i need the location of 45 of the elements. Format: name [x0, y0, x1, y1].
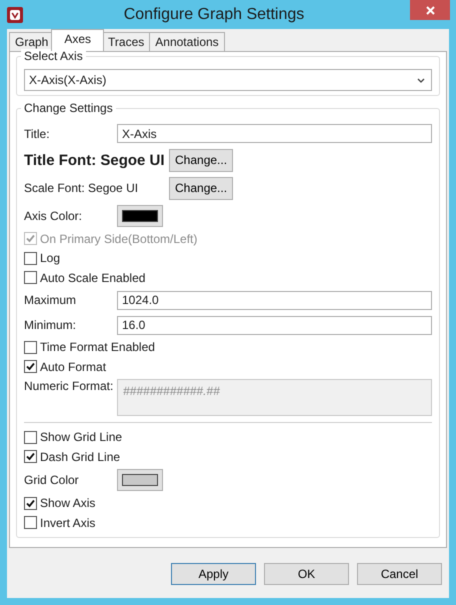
checkbox-label: Show Grid Line [40, 430, 122, 444]
checkbox-label: Dash Grid Line [40, 450, 120, 464]
checkbox-label: Auto Scale Enabled [40, 270, 146, 285]
checkbox[interactable] [24, 450, 37, 464]
axis-dropdown[interactable]: X-Axis(X-Axis) [24, 69, 432, 91]
app-icon [7, 6, 23, 22]
checkbox[interactable] [24, 271, 37, 284]
checkbox-label: Log [40, 251, 60, 266]
color-picker-button[interactable] [117, 204, 163, 226]
checkbox-label: Invert Axis [40, 516, 96, 530]
font-label: Scale Font: Segoe UI [24, 181, 140, 195]
field-label: Maximum [24, 293, 78, 307]
window-title: Configure Graph Settings [124, 6, 304, 24]
checkbox[interactable] [24, 430, 37, 444]
tab[interactable]: Axes [51, 29, 104, 51]
field-label: Title: [24, 126, 51, 140]
checkbox-label: Time Format Enabled [40, 340, 155, 354]
group-title: Select Axis [21, 49, 86, 63]
checkbox-label: On Primary Side(Bottom/Left) [40, 232, 198, 246]
chevron-down-icon [417, 78, 425, 82]
field-label: Minimum: [24, 318, 78, 332]
font-label: Title Font: Segoe UI [24, 152, 166, 168]
checkbox-label: Show Axis [40, 496, 96, 510]
tab[interactable]: Annotations [149, 32, 225, 51]
dialog-button[interactable]: Apply [171, 562, 256, 584]
checkbox[interactable] [24, 340, 37, 354]
close-button[interactable] [410, 0, 450, 20]
change-button[interactable]: Change... [169, 176, 234, 200]
checkbox[interactable] [24, 516, 37, 530]
dialog-button[interactable]: OK [264, 562, 349, 584]
field-label: Numeric Format: [24, 378, 114, 392]
change-button[interactable]: Change... [169, 148, 234, 172]
checkbox-label: Auto Format [40, 360, 106, 374]
color-picker-button[interactable] [117, 469, 163, 491]
field-label: Axis Color: [24, 208, 84, 222]
checkbox[interactable] [24, 360, 37, 374]
checkbox[interactable] [24, 252, 37, 265]
close-icon [426, 6, 434, 14]
input-field[interactable]: X-Axis [117, 124, 432, 143]
checkbox[interactable] [24, 496, 37, 510]
dialog-button[interactable]: Cancel [357, 562, 442, 584]
input-field[interactable]: 16.0 [117, 316, 432, 334]
field-label: Grid Color [24, 473, 80, 487]
input-field[interactable]: 1024.0 [117, 290, 432, 310]
group-title: Change Settings [21, 101, 116, 115]
